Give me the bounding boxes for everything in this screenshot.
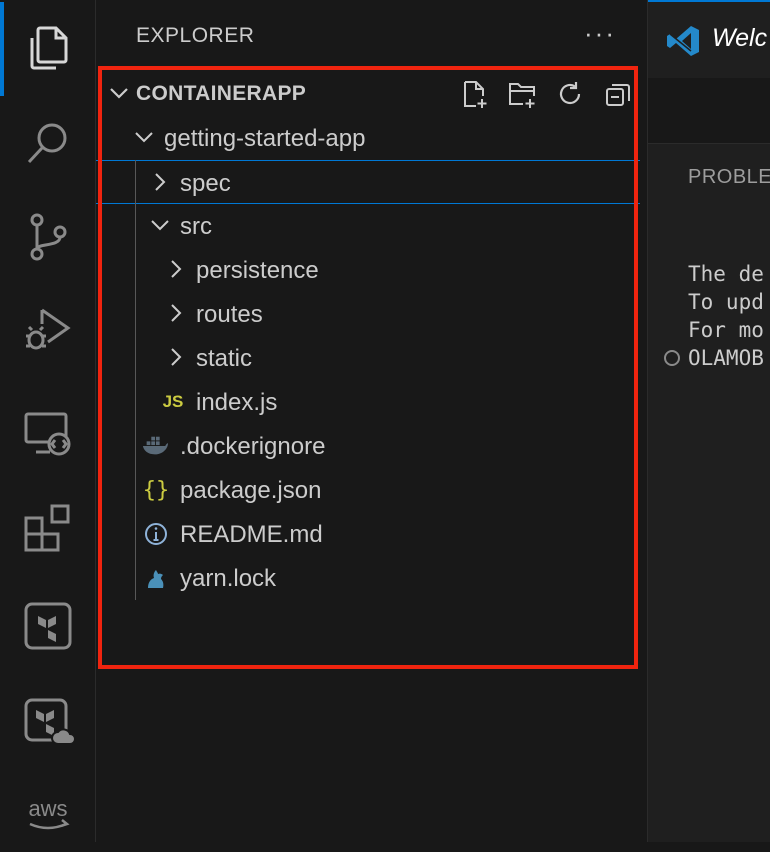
tree-item-spec[interactable]: spec [96, 160, 640, 204]
tree-item-label: routes [196, 301, 263, 328]
tab-bar-empty [648, 78, 770, 144]
aws-label: aws [28, 796, 67, 821]
tree-item-label: README.md [180, 521, 323, 548]
tree-item-src[interactable]: src [96, 204, 640, 248]
tree-item-persistence[interactable]: persistence [96, 248, 640, 292]
tree-item-label: getting-started-app [164, 125, 366, 152]
refresh-icon[interactable] [554, 78, 586, 110]
tree-item-yarn-lock[interactable]: yarn.lock [96, 556, 640, 600]
terraform-icon[interactable] [0, 586, 95, 666]
new-file-icon[interactable] [458, 78, 490, 110]
section-label: CONTAINERAPP [136, 82, 307, 105]
json-braces-icon: {} [142, 477, 170, 503]
tree-item-index-js[interactable]: JS index.js [96, 380, 640, 424]
js-file-icon: JS [162, 392, 184, 411]
chevron-down-icon [110, 88, 128, 99]
source-control-icon[interactable] [0, 196, 95, 276]
tab-label: Welc [712, 24, 768, 52]
new-folder-icon[interactable] [506, 78, 538, 110]
terminal-line: The de [688, 262, 764, 286]
chevron-right-icon [171, 260, 182, 278]
tree-item-label: static [196, 345, 253, 372]
terraform-cloud-icon[interactable] [0, 682, 95, 762]
chevron-right-icon [171, 348, 182, 366]
tree-item-readme-md[interactable]: README.md [96, 512, 640, 556]
chevron-right-icon [171, 304, 182, 322]
yarn-icon [143, 564, 169, 592]
vscode-logo-icon [667, 26, 699, 56]
chevron-right-icon [155, 173, 166, 191]
tree-item-package-json[interactable]: {} package.json [96, 468, 640, 512]
tree-item-label: yarn.lock [180, 565, 277, 592]
terminal-status-dot [664, 350, 680, 366]
remote-explorer-icon[interactable] [0, 394, 95, 474]
tree-item-getting-started-app[interactable]: getting-started-app [96, 116, 640, 160]
run-debug-icon[interactable] [0, 288, 95, 368]
chevron-down-icon [151, 220, 169, 231]
chevron-down-icon [135, 132, 153, 143]
terminal-line: For mo [688, 318, 764, 342]
collapse-all-icon[interactable] [602, 78, 634, 110]
editor-area: Welc PROBLE The de To upd For mo OLAMOB [648, 0, 770, 842]
tree-item-label: .dockerignore [180, 433, 326, 460]
tree-item-label: package.json [180, 477, 322, 504]
section-header-containerapp[interactable]: CONTAINERAPP [96, 72, 647, 116]
tree-item-static[interactable]: static [96, 336, 640, 380]
tree-item-label: index.js [196, 389, 278, 416]
terminal-line: To upd [688, 290, 764, 314]
docker-icon [142, 432, 168, 460]
tab-welcome[interactable]: Welc [648, 0, 770, 78]
more-actions-button[interactable]: ··· [584, 18, 616, 49]
aws-icon[interactable]: aws [0, 772, 95, 852]
tree-item-routes[interactable]: routes [96, 292, 640, 336]
explorer-sidebar: EXPLORER ··· CONTAINERAPP getting-starte… [96, 0, 648, 842]
search-icon[interactable] [0, 104, 95, 184]
panel-tab-problems[interactable]: PROBLE [688, 166, 770, 189]
tree-item-label: spec [180, 170, 231, 197]
activity-bar: aws [0, 0, 96, 842]
indent-guide [135, 160, 136, 600]
info-icon [143, 520, 169, 548]
terminal-line: OLAMOB [688, 346, 764, 370]
tree-item-label: persistence [196, 257, 319, 284]
tree-item-label: src [180, 213, 212, 240]
extensions-icon[interactable] [0, 488, 95, 568]
sidebar-title: EXPLORER [136, 24, 255, 47]
tree-item-dockerignore[interactable]: .dockerignore [96, 424, 640, 468]
explorer-icon[interactable] [0, 8, 95, 88]
